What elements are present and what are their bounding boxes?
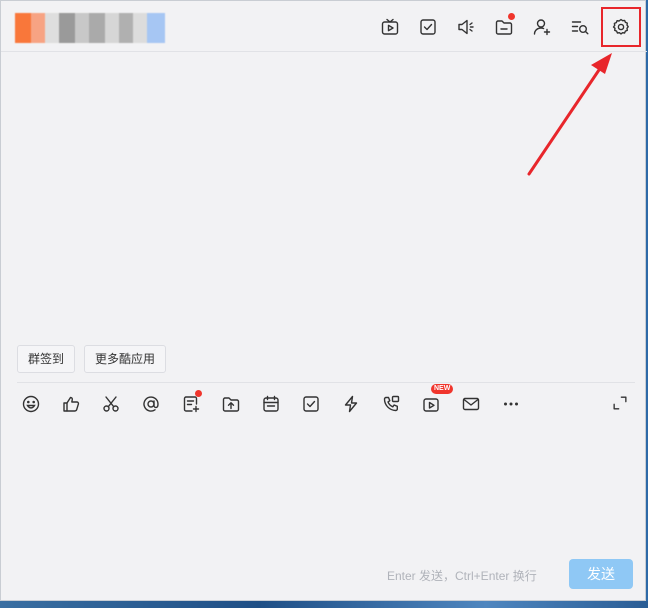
live-play-icon[interactable]: NEW	[411, 384, 454, 418]
phone-video-icon[interactable]	[371, 390, 411, 418]
expand-icon[interactable]	[609, 392, 631, 414]
tv-play-icon[interactable]	[371, 9, 409, 45]
search-history-icon[interactable]	[561, 9, 599, 45]
send-button[interactable]: 发送	[569, 559, 633, 589]
new-badge: NEW	[431, 384, 454, 394]
scissors-icon[interactable]	[91, 390, 131, 418]
add-member-icon[interactable]	[523, 9, 561, 45]
notification-dot	[508, 13, 515, 20]
mail-icon[interactable]	[451, 390, 491, 418]
desktop-background-strip	[0, 601, 648, 608]
upload-file-icon[interactable]	[211, 390, 251, 418]
todo-check-icon[interactable]	[291, 390, 331, 418]
calendar-icon[interactable]	[251, 390, 291, 418]
message-input[interactable]	[17, 425, 635, 550]
settings-gear-icon[interactable]	[601, 7, 641, 47]
send-hint: Enter 发送，Ctrl+Enter 换行	[387, 569, 537, 583]
more-apps-button[interactable]: 更多酷应用	[84, 345, 167, 373]
announcement-icon[interactable]	[447, 9, 485, 45]
folder-icon[interactable]	[485, 9, 523, 45]
task-check-icon[interactable]	[409, 9, 447, 45]
chat-window: 群签到 更多酷应用 NEW Enter 发送，Ctrl+Enter 换行 发送	[0, 0, 647, 601]
chat-title-redacted	[15, 13, 165, 43]
lightning-icon[interactable]	[331, 390, 371, 418]
chat-header	[1, 1, 647, 52]
app-shortcuts: 群签到 更多酷应用	[17, 345, 167, 373]
notification-dot	[195, 390, 202, 397]
more-dots-icon[interactable]	[491, 390, 531, 418]
emoji-icon[interactable]	[11, 390, 51, 418]
doc-add-icon[interactable]	[171, 390, 211, 418]
at-icon[interactable]	[131, 390, 171, 418]
header-toolbar	[371, 7, 647, 47]
thumbs-up-icon[interactable]	[51, 390, 91, 418]
input-toolbar: NEW	[11, 384, 531, 419]
input-divider	[17, 382, 635, 383]
group-sign-in-button[interactable]: 群签到	[17, 345, 76, 373]
message-list[interactable]	[1, 52, 647, 342]
